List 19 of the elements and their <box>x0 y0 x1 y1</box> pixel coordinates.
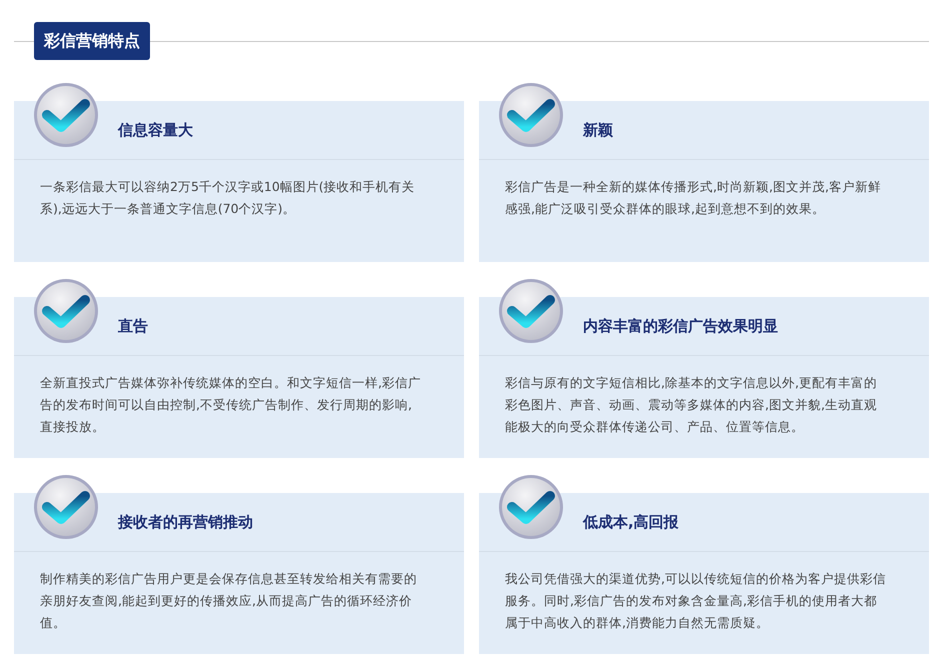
feature-title: 内容丰富的彩信广告效果明显 <box>583 316 778 336</box>
feature-title: 信息容量大 <box>118 120 193 140</box>
checkmark-icon <box>33 474 99 540</box>
feature-description: 全新直投式广告媒体弥补传统媒体的空白。和文字短信一样,彩信广告的发布时间可以自由控制,不受传统广告制作、发行周期的影响,直接投放。 <box>39 374 422 436</box>
checkmark-icon <box>33 82 99 148</box>
checkmark-icon <box>498 474 564 540</box>
feature-description: 彩信与原有的文字短信相比,除基本的文字信息以外,更配有丰富的彩色图片、声音、动画、震动等多媒体的内容,图文并貌,生动直观能极大的向受众群体传递公司、产品、位置等信息。 <box>504 374 878 436</box>
feature-description: 彩信广告是一种全新的媒体传播形式,时尚新颖,图文并茂,客户新鲜感强,能广泛吸引受众群体的眼球,起到意想不到的效果。 <box>504 178 882 218</box>
feature-description: 我公司凭借强大的渠道优势,可以以传统短信的价格为客户提供彩信服务。同时,彩信广告的发布对象含金量高,彩信手机的使用者大都属于中高收入的群体,消费能力自然无需质疑。 <box>504 570 887 632</box>
checkmark-icon <box>33 278 99 344</box>
section-title: 彩信营销特点 <box>34 22 150 60</box>
feature-title: 直告 <box>118 316 148 336</box>
checkmark-icon <box>498 82 564 148</box>
feature-title: 接收者的再营销推动 <box>118 512 253 532</box>
checkmark-icon <box>498 278 564 344</box>
feature-description: 一条彩信最大可以容纳2万5千个汉字或10幅图片(接收和手机有关系),远远大于一条普通文字信息(70个汉字)。 <box>39 178 416 218</box>
feature-title: 低成本,高回报 <box>583 512 679 532</box>
feature-description: 制作精美的彩信广告用户更是会保存信息甚至转发给相关有需要的亲朋好友查阅,能起到更好的传播效应,从而提高广告的循环经济价值。 <box>39 570 418 632</box>
feature-title: 新颖 <box>583 120 613 140</box>
